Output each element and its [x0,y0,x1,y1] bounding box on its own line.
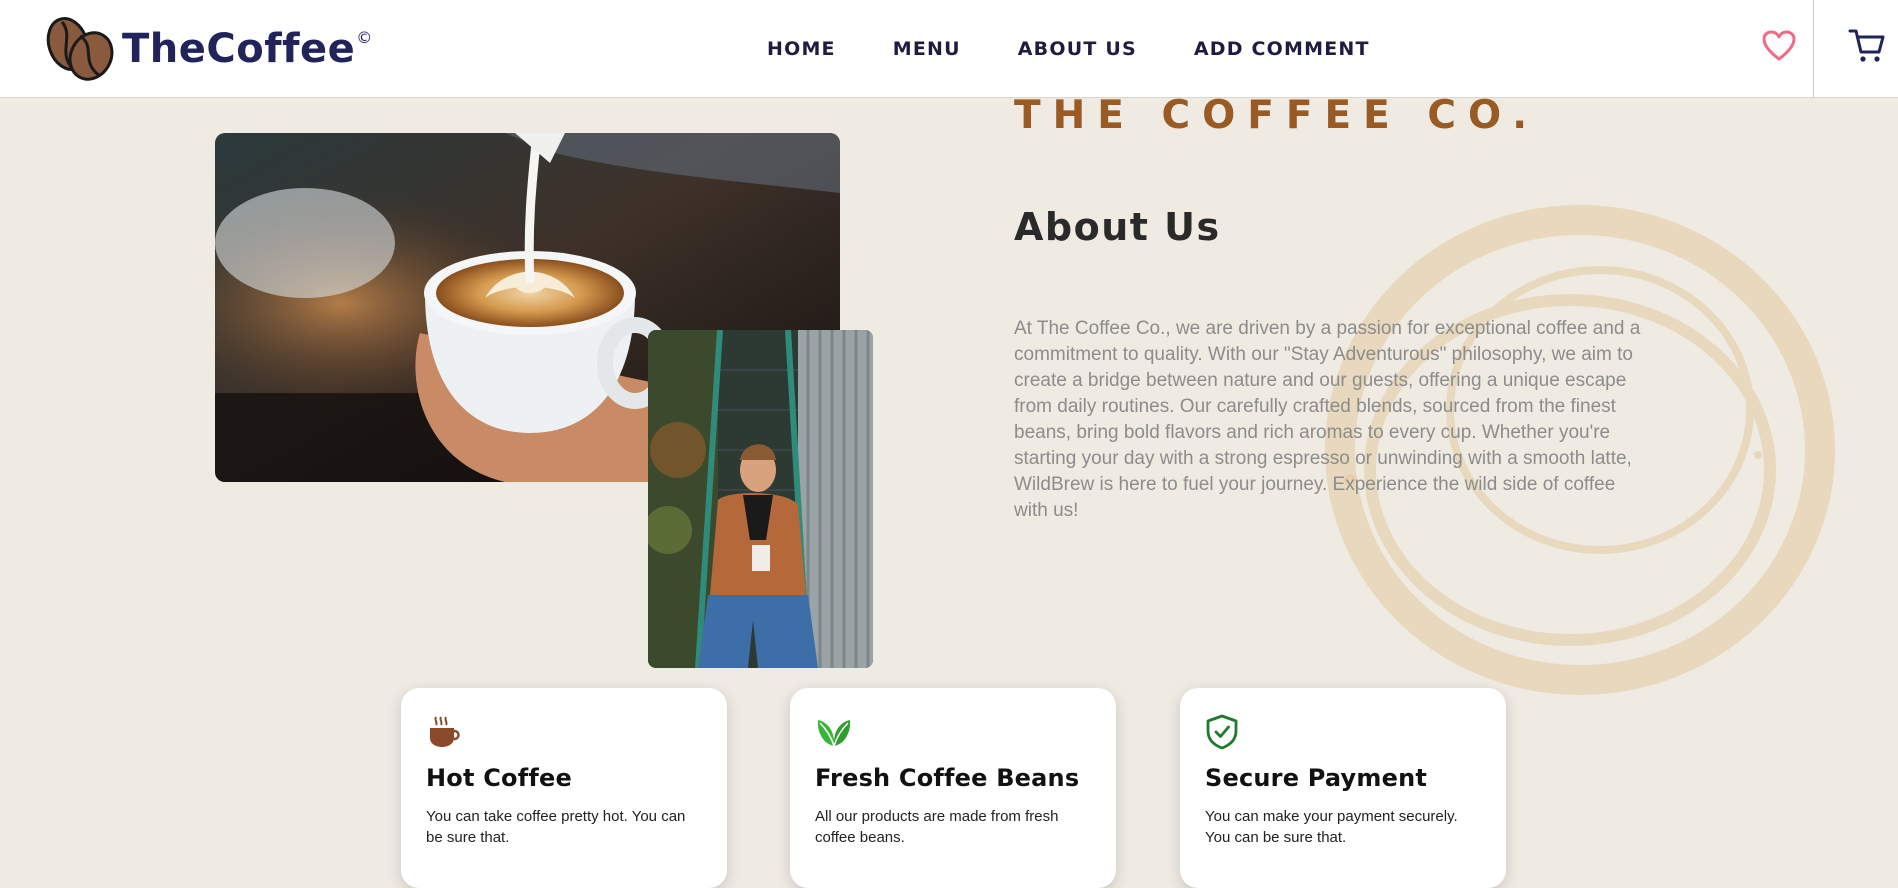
feature-text: You can make your payment securely. You … [1205,808,1458,846]
feature-title: Secure Payment [1205,764,1428,792]
feature-text: You can take coffee pretty hot. You can … [426,808,686,846]
header-divider [1813,0,1814,98]
cart-icon[interactable] [1848,28,1886,64]
feature-text: All our products are made from fresh cof… [815,808,1059,846]
nav-about-us[interactable]: ABOUT US [1018,38,1137,60]
feature-card-hot-coffee: Hot Coffee You can take coffee pretty ho… [401,688,727,888]
feature-card-fresh-beans: Fresh Coffee Beans All our products are … [790,688,1116,888]
leaf-icon [817,720,851,747]
hot-coffee-cup-icon [430,716,460,747]
about-description: At The Coffee Co., we are driven by a pa… [1014,318,1641,521]
nav-add-comment[interactable]: ADD COMMENT [1194,38,1370,60]
section-eyebrow: THE COFFEE CO. [1014,93,1540,138]
shield-check-icon [1206,714,1238,750]
nav-home[interactable]: HOME [767,38,836,60]
brand-name: TheCoffee [122,26,356,72]
coffee-beans-logo-icon [46,17,114,81]
nav-menu[interactable]: MENU [893,38,961,60]
heart-icon[interactable] [1762,30,1796,62]
feature-title: Fresh Coffee Beans [815,764,1080,792]
man-on-stairs-photo [648,330,873,668]
site-header: TheCoffee © HOME MENU ABOUT US ADD COMME… [0,0,1898,98]
page-title: About Us [1014,205,1221,249]
brand-logo[interactable]: TheCoffee © [44,16,372,82]
feature-card-secure-payment: Secure Payment You can make your payment… [1180,688,1506,888]
feature-title: Hot Coffee [426,764,572,792]
brand-copyright-mark: © [356,28,373,47]
main-nav: HOME MENU ABOUT US ADD COMMENT [767,0,1427,98]
